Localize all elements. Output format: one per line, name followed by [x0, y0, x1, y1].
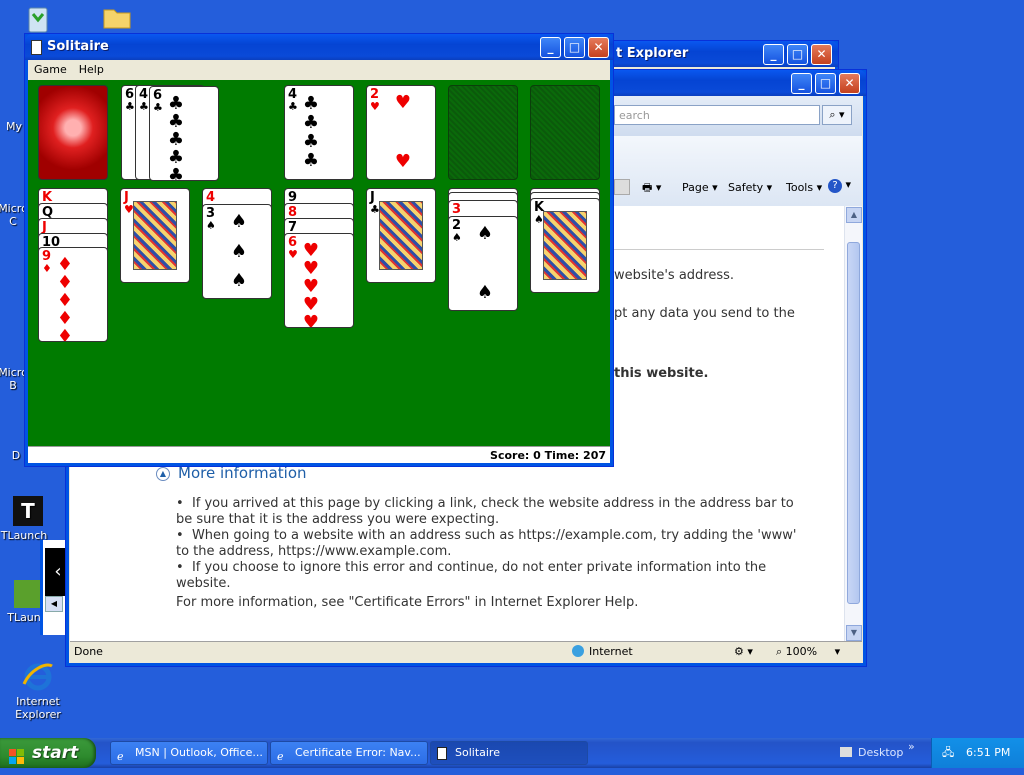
tableau-card[interactable]: J ♥	[120, 188, 190, 283]
tableau-card[interactable]: 3 ♠ ♠ ♠ ♠	[202, 204, 272, 299]
help-button[interactable]: ? ▾	[828, 178, 851, 193]
tools-menu[interactable]: Tools ▾	[786, 181, 822, 194]
foundation-2[interactable]: 2 ♥ ♥ ♥	[366, 85, 436, 180]
solitaire-task-icon	[437, 747, 447, 760]
taskbar-item-solitaire[interactable]: Solitaire	[430, 741, 588, 765]
ie-back-title: t Explorer	[616, 46, 689, 61]
heading-rule	[612, 249, 824, 250]
desktop-icon-internet-explorer[interactable]: Internet Explorer	[2, 660, 74, 721]
list-item: • If you choose to ignore this error and…	[176, 560, 767, 591]
close-button[interactable]: ✕	[811, 44, 832, 65]
taskbar-item-certificate-error[interactable]: ℯ Certificate Error: Nav...	[270, 741, 428, 765]
clock[interactable]: 6:51 PM	[966, 738, 1010, 768]
ie-task-icon: ℯ	[117, 750, 124, 763]
toolbar-expand-icon[interactable]: »	[908, 732, 915, 762]
foundation-1[interactable]: 4 ♣ ♣ ♣ ♣ ♣	[284, 85, 354, 180]
desktop-icon-tlauncher[interactable]: T TLaunch	[0, 496, 60, 542]
system-tray: 🖧 6:51 PM	[931, 738, 1024, 768]
maximize-button[interactable]: □	[787, 44, 808, 65]
close-button[interactable]: ✕	[839, 73, 860, 94]
desktop-icon-label: Internet Explorer	[15, 695, 61, 721]
ie-task-icon: ℯ	[277, 750, 284, 763]
foundation-4[interactable]	[530, 85, 600, 180]
stock-pile[interactable]	[38, 85, 108, 180]
close-button[interactable]: ✕	[588, 37, 609, 58]
list-item: • When going to a website with an addres…	[176, 528, 797, 559]
tableau-card[interactable]: 2 ♠ ♠ ♠	[448, 216, 518, 311]
foundation-3[interactable]	[448, 85, 518, 180]
solitaire-window[interactable]: Solitaire _ □ ✕ GameHelp 6♣ 4♣ 6♣♣♣♣♣♣♣ …	[24, 33, 614, 467]
start-button[interactable]: start	[0, 738, 96, 768]
solitaire-menubar: Game Help	[28, 60, 610, 80]
recycle-bin-icon	[23, 2, 53, 34]
windows-flag-icon	[9, 745, 25, 764]
taskbar-item-msn[interactable]: ℯ MSN | Outlook, Office...	[110, 741, 268, 765]
solitaire-title: Solitaire	[47, 39, 109, 54]
search-input[interactable]: earch	[614, 105, 820, 125]
zoom-icon: ⌕	[776, 645, 783, 658]
status-text: Done	[74, 645, 103, 658]
help-icon: ?	[828, 179, 842, 193]
waste-top-card[interactable]: 6♣♣♣♣♣♣♣	[149, 86, 219, 181]
start-label: start	[32, 743, 79, 763]
zoom-level[interactable]: ⌕ 100% ▾	[776, 642, 840, 662]
list-item: • If you arrived at this page by clickin…	[176, 496, 794, 527]
printer-icon: 🖶	[642, 181, 653, 194]
desktop-toolbar-icon	[840, 747, 852, 757]
search-button[interactable]: ⌕ ▾	[822, 105, 852, 125]
help-footer: For more information, see "Certificate E…	[176, 595, 639, 610]
solitaire-titlebar[interactable]: Solitaire _ □ ✕	[25, 34, 613, 60]
internet-zone: Internet	[572, 642, 633, 662]
desktop-toolbar[interactable]: Desktop »	[840, 738, 915, 768]
tableau-card[interactable]: 6♥♥♥♥♥♥♥	[284, 233, 354, 328]
tlauncher-shortcut-icon	[14, 580, 42, 608]
collapse-icon: ▲	[156, 467, 170, 481]
vertical-scrollbar[interactable]: ▲ ▼	[844, 206, 862, 642]
game-table: 6♣ 4♣ 6♣♣♣♣♣♣♣ 4♣♣♣♣♣ 2♥♥♥ K Q J 10 9♦♦♦…	[28, 80, 610, 446]
minimize-button[interactable]: _	[763, 44, 784, 65]
print-button[interactable]: 🖶 ▾	[642, 179, 661, 198]
scroll-up-icon[interactable]: ▲	[846, 207, 862, 223]
score-status-bar: Score: 0 Time: 207	[28, 446, 610, 463]
scroll-down-icon[interactable]: ▼	[846, 625, 862, 641]
internet-explorer-icon	[22, 660, 54, 692]
tableau-card[interactable]: K ♠	[530, 198, 600, 293]
menu-help[interactable]: Help	[73, 60, 110, 80]
partial-text-1: website's address.	[614, 268, 735, 283]
minimize-button[interactable]: _	[791, 73, 812, 94]
protected-mode-icon[interactable]: ⚙ ▾	[734, 642, 753, 662]
search-icon: ⌕	[829, 108, 836, 121]
taskbar: start ℯ MSN | Outlook, Office... ℯ Certifi…	[0, 738, 1024, 768]
ie-status-bar: Done Internet ⚙ ▾ ⌕ 100% ▾	[70, 641, 862, 662]
scroll-left-icon[interactable]: ◀	[45, 596, 63, 612]
tableau-card[interactable]: 9♦♦♦♦♦♦♦♦♦	[38, 247, 108, 342]
page-icon-button[interactable]	[614, 179, 630, 195]
folder-icon[interactable]	[102, 6, 132, 30]
network-icon[interactable]: 🖧	[942, 738, 954, 768]
partial-text-2: pt any data you send to the	[614, 306, 795, 321]
tlauncher-icon: T	[13, 496, 43, 526]
minimize-button[interactable]: _	[540, 37, 561, 58]
safety-menu[interactable]: Safety ▾	[728, 181, 772, 194]
partial-text-3: this website.	[614, 366, 709, 381]
solitaire-app-icon	[31, 40, 42, 55]
maximize-button[interactable]: □	[815, 73, 836, 94]
maximize-button[interactable]: □	[564, 37, 585, 58]
scroll-thumb[interactable]	[847, 242, 860, 604]
info-bullets: • If you arrived at this page by clickin…	[176, 496, 806, 592]
page-menu[interactable]: Page ▾	[682, 181, 718, 194]
menu-game[interactable]: Game	[28, 60, 73, 80]
globe-icon	[572, 645, 584, 657]
tableau-card[interactable]: J ♣	[366, 188, 436, 283]
